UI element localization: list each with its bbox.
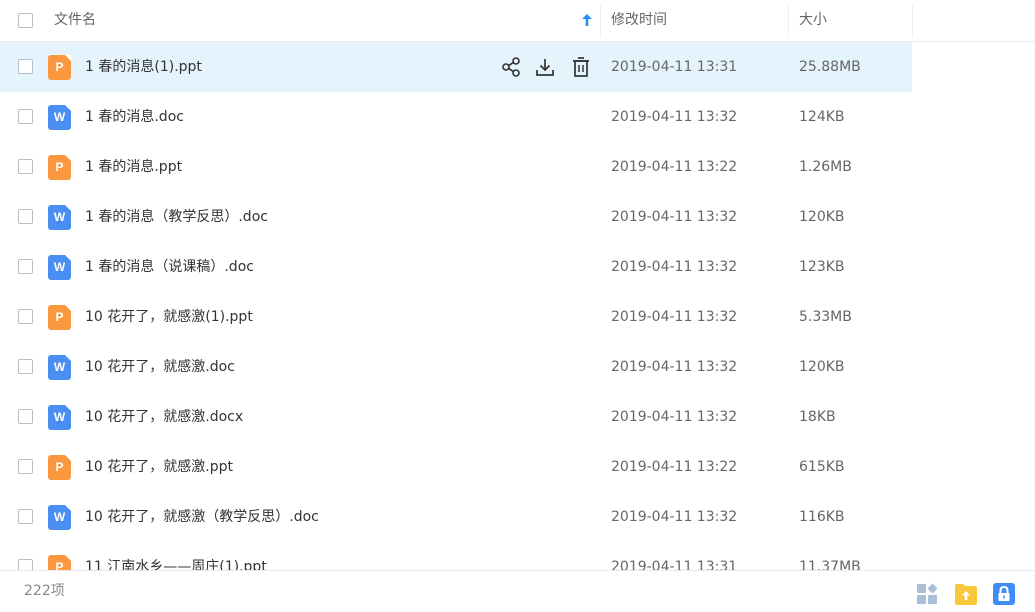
file-size: 120KB (799, 359, 845, 375)
file-list-header: 文件名 修改时间 大小 (0, 0, 1035, 42)
row-checkbox[interactable] (18, 509, 33, 524)
file-row[interactable]: P 1 春的消息(1).ppt 2019-04-11 13:31 25.88MB (0, 42, 912, 92)
sort-ascending-icon[interactable] (582, 14, 592, 26)
row-checkbox[interactable] (18, 59, 33, 74)
file-size: 1.26MB (799, 159, 852, 175)
file-row[interactable]: W 10 花开了，就感激.docx 2019-04-11 13:32 18KB (0, 392, 912, 442)
word-file-icon: W (48, 205, 71, 230)
word-file-icon: W (48, 105, 71, 130)
ppt-file-icon: P (48, 155, 71, 180)
column-header-name[interactable]: 文件名 (54, 0, 96, 41)
file-row[interactable]: W 10 花开了，就感激（教学反思）.doc 2019-04-11 13:32 116… (0, 492, 912, 542)
file-modified-date: 2019-04-11 13:32 (611, 259, 738, 275)
row-checkbox[interactable] (18, 409, 33, 424)
ppt-file-icon: P (48, 555, 71, 570)
file-name[interactable]: 10 花开了，就感激（教学反思）.doc (85, 492, 319, 542)
ppt-file-icon: P (48, 305, 71, 330)
file-row[interactable]: P 11 江南水乡——周庄(1).ppt 2019-04-11 13:31 11.37… (0, 542, 912, 570)
column-divider (600, 4, 601, 37)
row-checkbox[interactable] (18, 259, 33, 274)
word-file-icon: W (48, 405, 71, 430)
file-size: 120KB (799, 209, 845, 225)
row-checkbox[interactable] (18, 209, 33, 224)
lock-icon[interactable] (992, 582, 1016, 606)
file-name[interactable]: 10 花开了，就感激.docx (85, 392, 243, 442)
file-row[interactable]: W 1 春的消息（教学反思）.doc 2019-04-11 13:32 120KB (0, 192, 912, 242)
file-row[interactable]: P 10 花开了，就感激.ppt 2019-04-11 13:22 615KB (0, 442, 912, 492)
column-header-date[interactable]: 修改时间 (611, 0, 667, 41)
file-row[interactable]: P 1 春的消息.ppt 2019-04-11 13:22 1.26MB (0, 142, 912, 192)
file-modified-date: 2019-04-11 13:32 (611, 509, 738, 525)
column-divider (788, 4, 789, 37)
file-row[interactable]: W 1 春的消息.doc 2019-04-11 13:32 124KB (0, 92, 912, 142)
status-bar: 222项 (0, 570, 1035, 612)
file-row[interactable]: W 1 春的消息（说课稿）.doc 2019-04-11 13:32 123KB (0, 242, 912, 292)
word-file-icon: W (48, 505, 71, 530)
row-checkbox[interactable] (18, 559, 33, 570)
file-modified-date: 2019-04-11 13:31 (611, 559, 738, 570)
file-name[interactable]: 10 花开了，就感激.ppt (85, 442, 233, 492)
file-size: 615KB (799, 459, 845, 475)
column-header-size[interactable]: 大小 (799, 0, 827, 41)
file-modified-date: 2019-04-11 13:32 (611, 109, 738, 125)
file-list-panel: 文件名 修改时间 大小 P 1 春的消息(1).ppt 2019-04-11 13:… (0, 0, 1035, 612)
file-list: P 1 春的消息(1).ppt 2019-04-11 13:31 25.88MB W 1 … (0, 42, 1035, 570)
file-name[interactable]: 1 春的消息（说课稿）.doc (85, 242, 254, 292)
select-all-checkbox[interactable] (18, 13, 33, 28)
ppt-file-icon: P (48, 455, 71, 480)
word-file-icon: W (48, 255, 71, 280)
word-file-icon: W (48, 355, 71, 380)
delete-icon[interactable] (570, 56, 592, 78)
item-count: 222项 (24, 583, 65, 599)
file-modified-date: 2019-04-11 13:32 (611, 209, 738, 225)
file-name[interactable]: 10 花开了，就感激.doc (85, 342, 235, 392)
file-name[interactable]: 1 春的消息(1).ppt (85, 42, 202, 92)
file-size: 25.88MB (799, 59, 861, 75)
file-size: 116KB (799, 509, 845, 525)
file-name[interactable]: 11 江南水乡——周庄(1).ppt (85, 542, 267, 570)
file-modified-date: 2019-04-11 13:22 (611, 459, 738, 475)
row-checkbox[interactable] (18, 459, 33, 474)
file-row[interactable]: W 10 花开了，就感激.doc 2019-04-11 13:32 120KB (0, 342, 912, 392)
file-name[interactable]: 1 春的消息.ppt (85, 142, 182, 192)
upload-icon[interactable] (954, 582, 978, 606)
file-size: 11.37MB (799, 559, 861, 570)
share-icon[interactable] (500, 56, 522, 78)
file-modified-date: 2019-04-11 13:22 (611, 159, 738, 175)
file-modified-date: 2019-04-11 13:32 (611, 309, 738, 325)
file-name[interactable]: 1 春的消息（教学反思）.doc (85, 192, 268, 242)
row-checkbox[interactable] (18, 359, 33, 374)
file-size: 124KB (799, 109, 845, 125)
file-size: 18KB (799, 409, 836, 425)
row-checkbox[interactable] (18, 309, 33, 324)
row-checkbox[interactable] (18, 159, 33, 174)
ppt-file-icon: P (48, 55, 71, 80)
file-modified-date: 2019-04-11 13:32 (611, 409, 738, 425)
file-size: 123KB (799, 259, 845, 275)
row-checkbox[interactable] (18, 109, 33, 124)
column-divider (912, 4, 913, 37)
file-name[interactable]: 10 花开了，就感激(1).ppt (85, 292, 253, 342)
file-name[interactable]: 1 春的消息.doc (85, 92, 184, 142)
file-row[interactable]: P 10 花开了，就感激(1).ppt 2019-04-11 13:32 5.33MB (0, 292, 912, 342)
view-switch-icon[interactable] (915, 582, 939, 606)
file-size: 5.33MB (799, 309, 852, 325)
file-modified-date: 2019-04-11 13:32 (611, 359, 738, 375)
download-icon[interactable] (534, 56, 556, 78)
file-modified-date: 2019-04-11 13:31 (611, 59, 738, 75)
